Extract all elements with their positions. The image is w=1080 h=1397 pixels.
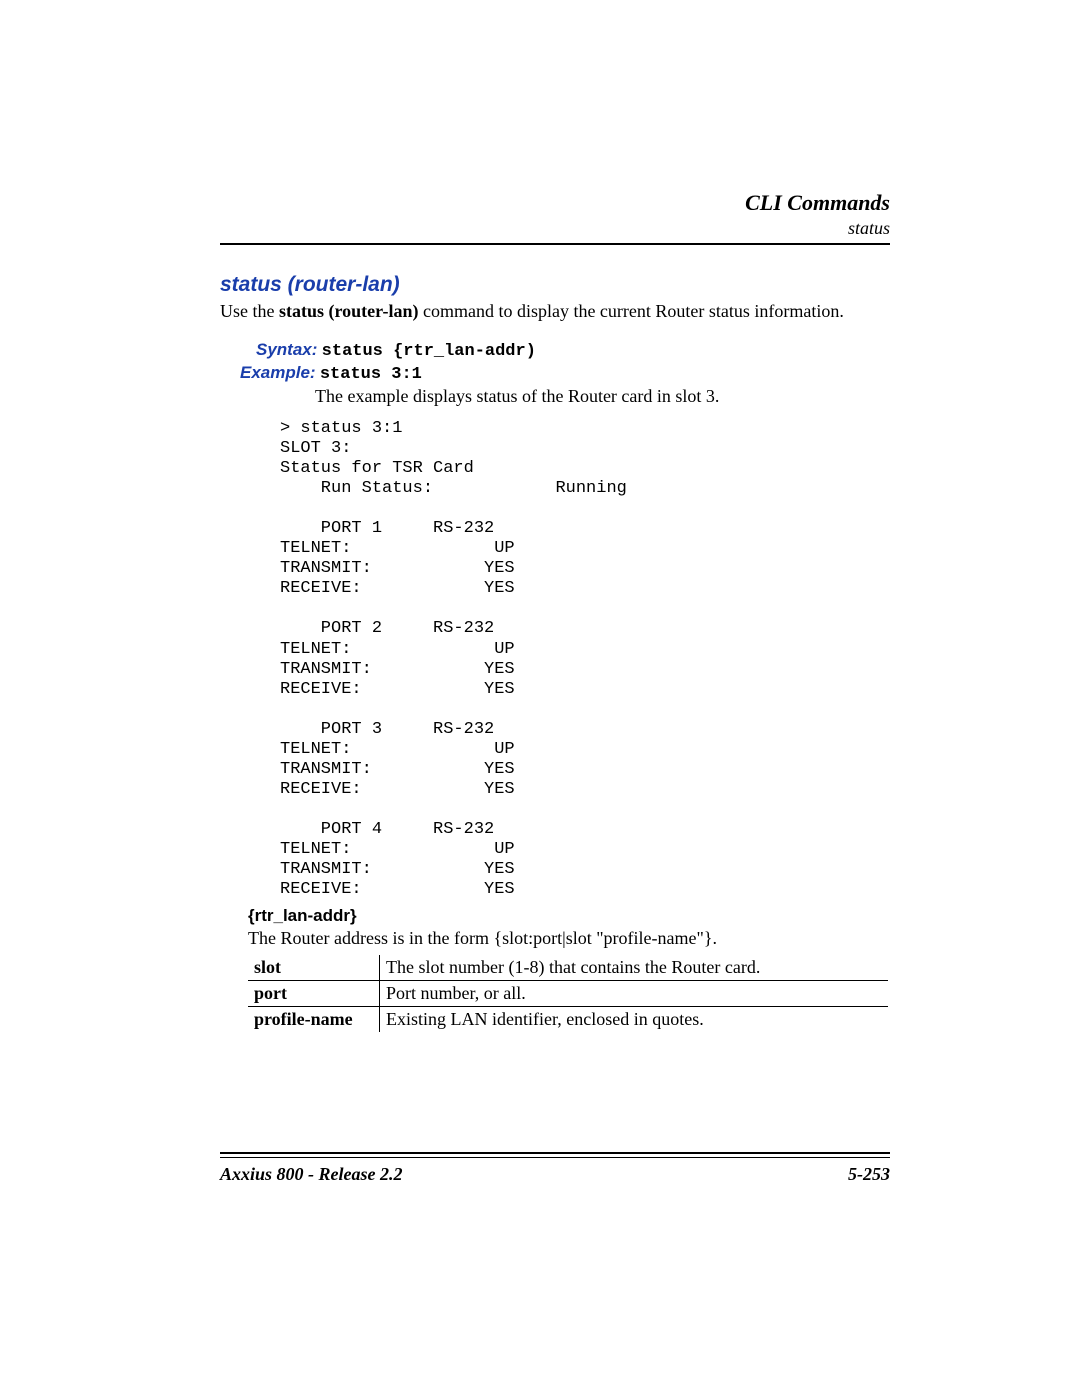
table-row: slot The slot number (1-8) that contains… <box>248 955 888 981</box>
example-explain: The example displays status of the Route… <box>315 386 890 407</box>
syntax-row: Syntax: status {rtr_lan-addr) <box>256 340 890 361</box>
param-table: slot The slot number (1-8) that contains… <box>248 955 888 1032</box>
page-body: CLI Commands status status (router-lan) … <box>220 190 890 1032</box>
footer-rule-thin <box>220 1157 890 1158</box>
syntax-label: Syntax: <box>256 340 317 359</box>
syntax-text: status {rtr_lan-addr) <box>322 342 536 361</box>
command-title: status (router-lan) <box>220 273 890 297</box>
intro-prefix: Use the <box>220 301 279 321</box>
example-text: status 3:1 <box>320 365 422 384</box>
footer-left: Axxius 800 - Release 2.2 <box>220 1164 403 1185</box>
param-name: port <box>248 981 380 1007</box>
param-name: profile-name <box>248 1007 380 1033</box>
intro-text: Use the status (router-lan) command to d… <box>220 301 890 322</box>
table-row: profile-name Existing LAN identifier, en… <box>248 1007 888 1033</box>
example-row: Example: status 3:1 <box>240 363 890 384</box>
chapter-header: CLI Commands <box>220 190 890 216</box>
page-footer: Axxius 800 - Release 2.2 5-253 <box>220 1152 890 1185</box>
footer-row: Axxius 800 - Release 2.2 5-253 <box>220 1164 890 1185</box>
param-heading: {rtr_lan-addr} <box>248 906 890 926</box>
param-value: The slot number (1-8) that contains the … <box>380 955 889 981</box>
param-value: Port number, or all. <box>380 981 889 1007</box>
footer-right: 5-253 <box>848 1164 890 1185</box>
param-name: slot <box>248 955 380 981</box>
footer-rule-thick <box>220 1152 890 1154</box>
chapter-title: CLI Commands <box>745 190 890 215</box>
param-desc: The Router address is in the form {slot:… <box>248 928 890 949</box>
intro-bold: status (router-lan) <box>279 301 418 321</box>
cli-output: > status 3:1 SLOT 3: Status for TSR Card… <box>280 419 890 900</box>
table-row: port Port number, or all. <box>248 981 888 1007</box>
intro-suffix: command to display the current Router st… <box>418 301 843 321</box>
section-name: status <box>220 218 890 239</box>
header-rule <box>220 243 890 245</box>
example-label: Example: <box>240 363 316 382</box>
param-value: Existing LAN identifier, enclosed in quo… <box>380 1007 889 1033</box>
